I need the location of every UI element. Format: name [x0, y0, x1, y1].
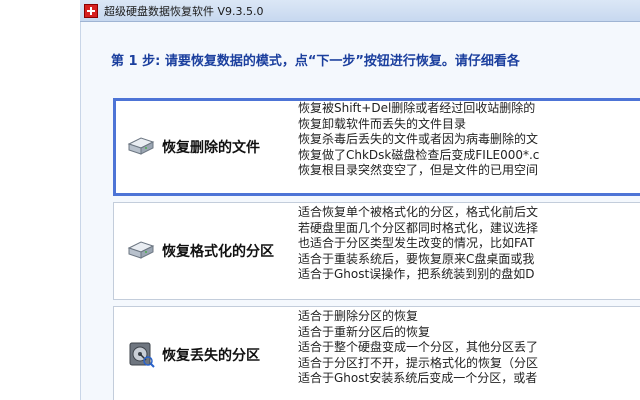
description-line: 若硬盘里面几个分区都同时格式化，建议选择: [298, 220, 539, 235]
window-title: 超级硬盘数据恢复软件 V9.3.5.0: [104, 4, 264, 18]
description-line: 恢复根目录突然变空了，但是文件的已用空间: [298, 163, 539, 177]
description-line: 适合于整个硬盘变成一个分区，其他分区丢了: [298, 340, 539, 354]
option-recover-lost-partition[interactable]: 恢复丢失的分区 适合于删除分区的恢复 适合于重新分区后的恢复 适合于整个硬盘变成…: [113, 306, 640, 400]
description-line: 恢复被Shift+Del删除或者经过回收站删除的: [298, 101, 536, 115]
option-recover-formatted-partition[interactable]: 恢复格式化的分区 适合恢复单个被格式化的分区，格式化前后文 若硬盘里面几个分区都…: [113, 202, 640, 300]
option-label: 恢复丢失的分区: [162, 348, 260, 364]
title-bar: 超级硬盘数据恢复软件 V9.3.5.0: [80, 0, 640, 22]
description-line: 适合于分区打不开，提示格式化的恢复（分区: [298, 355, 539, 370]
option-recover-deleted-files[interactable]: 恢复删除的文件 恢复被Shift+Del删除或者经过回收站删除的 恢复卸载软件而…: [113, 98, 640, 196]
option-label: 恢复删除的文件: [162, 140, 260, 156]
hard-disk-icon: [126, 235, 156, 265]
description-line: 适合于重装系统后，要恢复原来C盘桌面或我: [298, 251, 535, 266]
app-icon: [84, 3, 98, 18]
description-line: 适合于Ghost安装系统后变成一个分区，或者: [298, 371, 538, 385]
option-description: 恢复被Shift+Del删除或者经过回收站删除的 恢复卸载软件而丢失的文件目录 …: [298, 101, 539, 179]
description-line: 适合于删除分区的恢复: [298, 309, 419, 323]
option-description: 适合于删除分区的恢复 适合于重新分区后的恢复 适合于整个硬盘变成一个分区，其他分…: [298, 309, 538, 387]
description-line: 适合于Ghost误操作，把系统装到别的盘如D: [298, 267, 535, 281]
description-line: 适合恢复单个被格式化的分区，格式化前后文: [298, 205, 539, 219]
description-line: 适合于重新分区后的恢复: [298, 324, 431, 339]
description-line: 恢复做了ChkDsk磁盘检查后变成FILE000*.c: [298, 147, 540, 162]
disk-search-icon: [126, 339, 156, 369]
option-label: 恢复格式化的分区: [162, 244, 274, 260]
wizard-panel: 第 1 步: 请要恢复数据的模式，点“下一步”按钮进行恢复。请仔细看各 恢复删除…: [80, 22, 640, 400]
hard-disk-icon: [126, 131, 156, 161]
description-line: 也适合于分区类型发生改变的情况，比如FAT: [298, 236, 535, 250]
description-line: 恢复卸载软件而丢失的文件目录: [298, 116, 467, 131]
option-description: 适合恢复单个被格式化的分区，格式化前后文 若硬盘里面几个分区都同时格式化，建议选…: [298, 205, 538, 283]
step-instruction: 第 1 步: 请要恢复数据的模式，点“下一步”按钮进行恢复。请仔细看各: [111, 54, 520, 69]
description-line: 恢复杀毒后丢失的文件或者因为病毒删除的文: [298, 132, 539, 146]
